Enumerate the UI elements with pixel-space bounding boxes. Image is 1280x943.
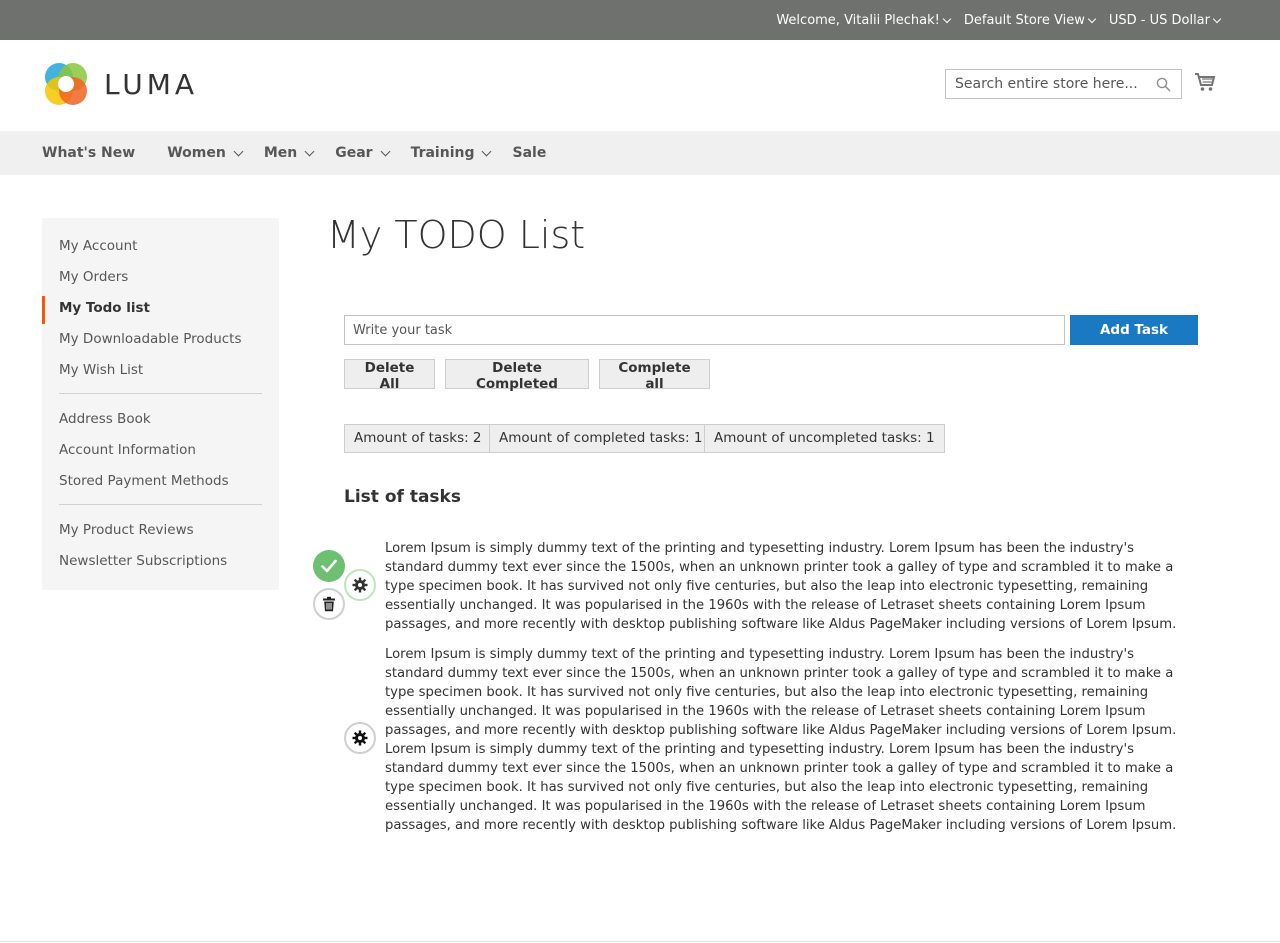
list-heading: List of tasks — [344, 487, 461, 507]
delete-task-button[interactable] — [313, 588, 345, 620]
footer-divider — [0, 941, 1280, 942]
edit-task-button[interactable] — [344, 569, 376, 601]
task-text: Lorem Ipsum is simply dummy text of the … — [385, 541, 1177, 632]
luma-logo-icon — [45, 63, 87, 105]
top-bar: Welcome, Vitalii Plechak! Default Store … — [0, 0, 1280, 40]
currency-label: USD - US Dollar — [1108, 12, 1210, 28]
nav-item-training[interactable]: Training — [410, 145, 492, 161]
nav-label: Gear — [335, 145, 373, 161]
chevron-down-icon — [482, 146, 492, 156]
nav-label: What's New — [42, 145, 136, 161]
nav-item-gear[interactable]: Gear — [335, 145, 391, 161]
welcome-menu[interactable]: Welcome, Vitalii Plechak! — [776, 12, 952, 28]
complete-all-button[interactable]: Complete all — [599, 359, 710, 392]
sidebar-item-label: My Orders — [59, 269, 129, 285]
search-box — [945, 69, 1182, 99]
chevron-down-icon — [380, 146, 391, 156]
sidebar-item-account-information[interactable]: Account Information — [42, 438, 279, 469]
store-view-switcher[interactable]: Default Store View — [963, 12, 1097, 28]
luma-logo[interactable]: LUMA — [42, 60, 198, 108]
chevron-down-icon — [1087, 14, 1097, 23]
nav-label: Training — [410, 145, 475, 161]
sidebar-item-my-orders[interactable]: My Orders — [42, 265, 279, 296]
nav-label: Women — [167, 145, 226, 161]
gear-icon — [352, 577, 368, 593]
nav-item-whats-new[interactable]: What's New — [42, 145, 135, 161]
sidebar-item-address-book[interactable]: Address Book — [42, 407, 279, 438]
sidebar-item-my-todo-list[interactable]: My Todo list — [42, 296, 279, 327]
sidebar-divider — [59, 393, 262, 394]
account-sidebar: My Account My Orders My Todo list My Dow… — [42, 218, 279, 590]
check-icon — [321, 559, 337, 573]
total-tasks-badge: Amount of tasks: 2 — [344, 424, 492, 453]
search-input[interactable] — [946, 76, 1146, 92]
sidebar-item-label: Stored Payment Methods — [59, 473, 229, 489]
sidebar-item-label: Newsletter Subscriptions — [59, 553, 228, 569]
sidebar-item-label: My Wish List — [59, 362, 144, 378]
trash-icon — [323, 596, 335, 612]
nav-label: Sale — [512, 145, 547, 161]
chevron-down-icon — [1212, 14, 1222, 23]
gear-icon — [352, 730, 368, 746]
page-title: My TODO List — [327, 213, 586, 257]
top-links: Welcome, Vitalii Plechak! Default Store … — [776, 0, 1222, 40]
cart-icon[interactable] — [1194, 72, 1216, 96]
edit-task-button[interactable] — [344, 722, 376, 754]
site-header: LUMA — [0, 40, 1280, 131]
sidebar-divider — [59, 504, 262, 505]
sidebar-item-label: My Product Reviews — [59, 522, 194, 538]
sidebar-item-my-downloadable-products[interactable]: My Downloadable Products — [42, 327, 279, 358]
currency-switcher[interactable]: USD - US Dollar — [1108, 12, 1222, 28]
search-icon[interactable] — [1156, 77, 1171, 96]
nav-item-women[interactable]: Women — [167, 145, 244, 161]
welcome-label: Welcome, Vitalii Plechak! — [776, 12, 940, 28]
sidebar-item-my-product-reviews[interactable]: My Product Reviews — [42, 518, 279, 549]
main-navigation: What's New Women Men Gear Training Sale — [0, 131, 1280, 175]
chevron-down-icon — [233, 146, 244, 156]
nav-item-sale[interactable]: Sale — [512, 145, 546, 161]
logo-text: LUMA — [104, 67, 199, 101]
uncompleted-tasks-badge: Amount of uncompleted tasks: 1 — [704, 424, 945, 453]
task-input[interactable] — [344, 315, 1065, 345]
sidebar-item-label: My Downloadable Products — [59, 331, 242, 347]
sidebar-item-newsletter-subscriptions[interactable]: Newsletter Subscriptions — [42, 549, 279, 580]
completed-tasks-badge: Amount of completed tasks: 1 — [489, 424, 713, 453]
chevron-down-icon — [942, 14, 952, 23]
sidebar-item-label: Account Information — [59, 442, 196, 458]
sidebar-item-stored-payment-methods[interactable]: Stored Payment Methods — [42, 469, 279, 500]
chevron-down-icon — [304, 146, 315, 156]
sidebar-item-my-account[interactable]: My Account — [42, 234, 279, 265]
delete-completed-button[interactable]: Delete Completed — [445, 359, 589, 392]
sidebar-item-label: My Account — [59, 238, 138, 254]
complete-task-button[interactable] — [313, 550, 345, 582]
sidebar-item-label: My Todo list — [59, 300, 151, 316]
sidebar-item-my-wish-list[interactable]: My Wish List — [42, 358, 279, 389]
add-task-button[interactable]: Add Task — [1070, 315, 1198, 345]
store-view-label: Default Store View — [963, 12, 1085, 28]
sidebar-item-label: Address Book — [59, 411, 151, 427]
nav-label: Men — [263, 145, 298, 161]
nav-item-men[interactable]: Men — [263, 145, 315, 161]
task-text: Lorem Ipsum is simply dummy text of the … — [385, 647, 1177, 833]
delete-all-button[interactable]: Delete All — [344, 359, 435, 392]
